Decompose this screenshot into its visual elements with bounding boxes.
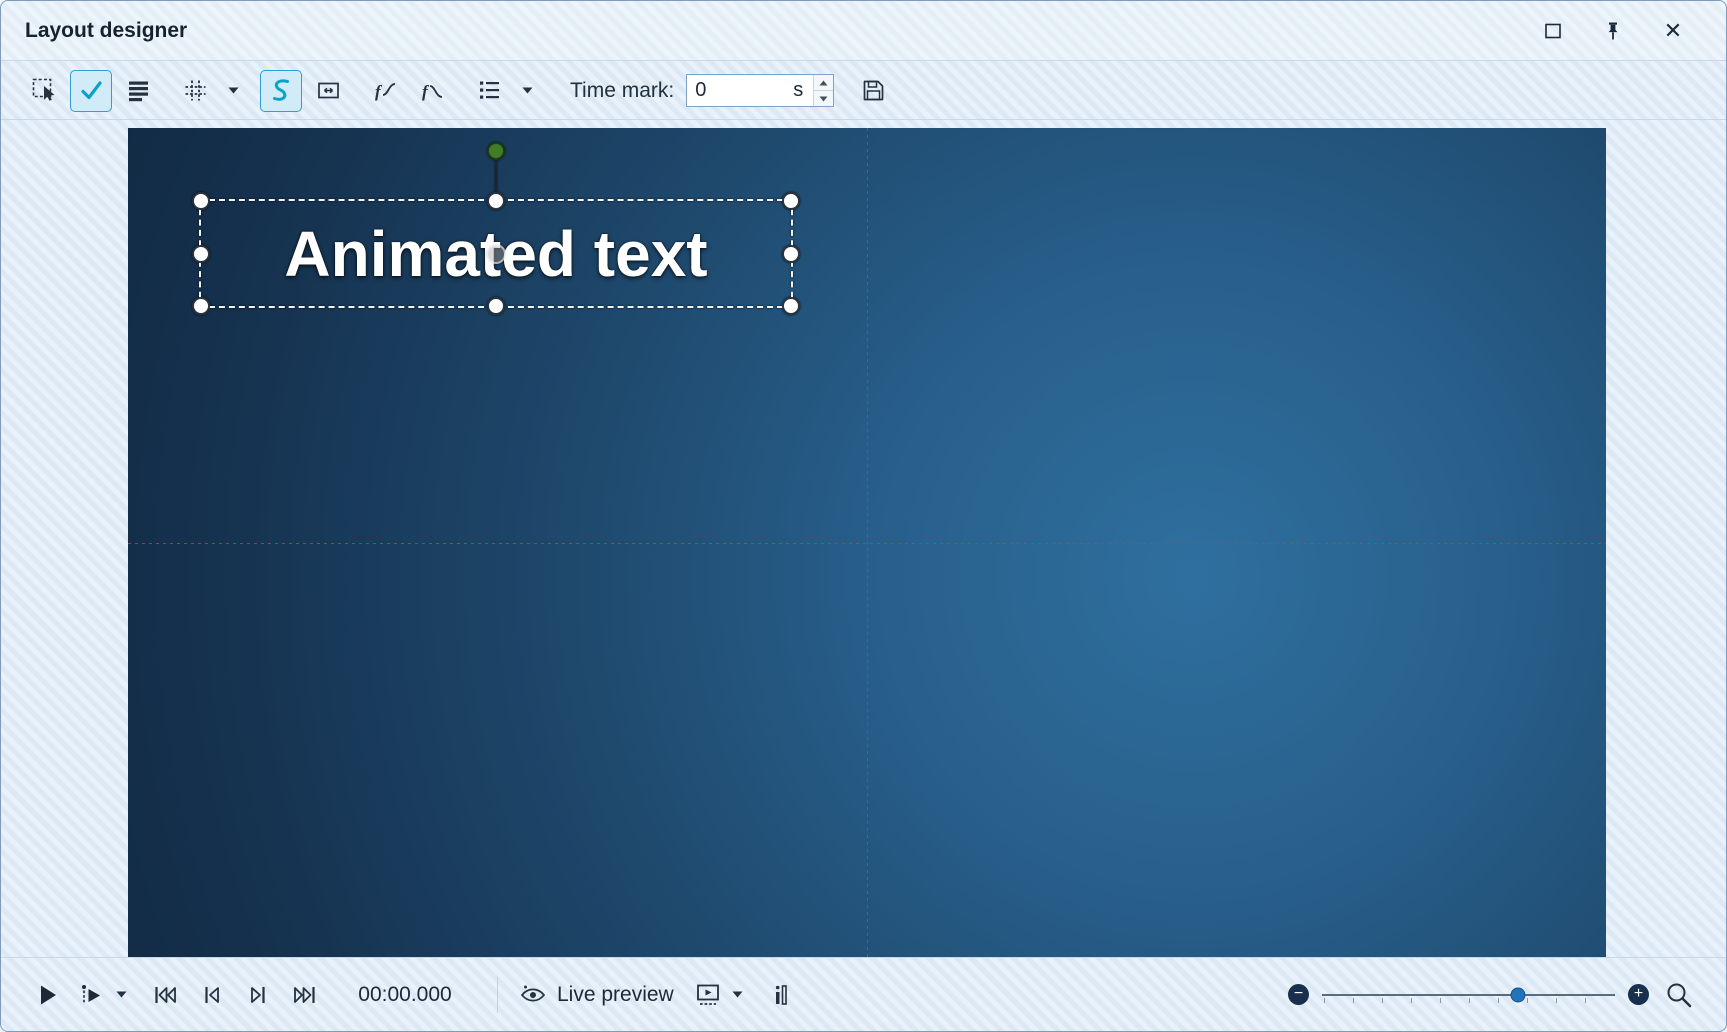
step-forward-icon <box>244 981 272 1009</box>
save-button[interactable] <box>852 70 894 112</box>
window-controls: ✕ <box>1536 14 1690 48</box>
eye-icon <box>518 982 548 1008</box>
transport-bar: 00:00.000 Live preview <box>1 957 1726 1031</box>
preview-window-button[interactable] <box>692 975 726 1015</box>
svg-text:f: f <box>375 82 383 101</box>
dropdown-arrow-icon <box>522 87 533 94</box>
zoom-slider-track[interactable] <box>1322 994 1615 996</box>
live-preview-toggle[interactable]: Live preview <box>512 982 680 1008</box>
handle-middle-right[interactable] <box>782 245 800 263</box>
center-guide-vertical <box>867 128 868 958</box>
function-out-tool-button[interactable]: f <box>411 70 453 112</box>
step-back-button[interactable] <box>195 975 229 1015</box>
select-tool-button[interactable] <box>23 70 65 112</box>
handle-top-right[interactable] <box>782 192 800 210</box>
play-from-mark-button[interactable] <box>75 975 109 1015</box>
zoom-out-button[interactable]: − <box>1288 984 1309 1005</box>
skip-to-start-icon <box>151 981 181 1009</box>
handle-top-center[interactable] <box>487 192 505 210</box>
path-check-icon <box>78 77 105 104</box>
performance-button[interactable] <box>764 975 798 1015</box>
maximize-icon <box>1543 21 1563 41</box>
design-canvas[interactable]: Animated text <box>128 128 1606 958</box>
s-curve-tool-button[interactable] <box>260 70 302 112</box>
main-toolbar: f f <box>1 62 1726 120</box>
svg-text:f: f <box>422 82 430 101</box>
path-check-tool-button[interactable] <box>70 70 112 112</box>
preview-window-icon <box>694 981 724 1009</box>
pin-icon <box>1602 20 1624 42</box>
close-button[interactable]: ✕ <box>1656 14 1690 48</box>
zoom-slider[interactable] <box>1322 984 1615 1006</box>
function-in-tool-button[interactable]: f <box>364 70 406 112</box>
list-icon <box>476 77 503 104</box>
handle-top-left[interactable] <box>192 192 210 210</box>
play-from-mark-icon <box>78 981 106 1009</box>
handle-bottom-right[interactable] <box>782 297 800 315</box>
transform-box-icon <box>315 77 342 104</box>
time-mark-label: Time mark: <box>570 79 674 103</box>
time-mark-up-button[interactable] <box>814 75 833 90</box>
step-back-icon <box>198 981 226 1009</box>
save-icon <box>860 77 887 104</box>
handle-bottom-center[interactable] <box>487 297 505 315</box>
time-mark-input[interactable] <box>687 75 793 106</box>
handle-bottom-left[interactable] <box>192 297 210 315</box>
list-dropdown-button[interactable] <box>515 70 539 112</box>
window-title: Layout designer <box>25 19 187 43</box>
align-lines-tool-button[interactable] <box>117 70 159 112</box>
live-preview-label: Live preview <box>557 983 674 1007</box>
zoom-out-icon: − <box>1294 986 1303 1002</box>
transform-tool-button[interactable] <box>307 70 349 112</box>
zoom-slider-ticks <box>1324 998 1613 1003</box>
s-curve-icon <box>268 77 295 104</box>
grid-icon <box>182 77 209 104</box>
rotation-handle[interactable] <box>487 142 505 160</box>
function-in-icon: f <box>372 77 399 104</box>
play-mode-dropdown-button[interactable] <box>109 975 133 1015</box>
pin-button[interactable] <box>1596 14 1630 48</box>
time-mark-unit: s <box>793 75 813 106</box>
grid-tool-button[interactable] <box>174 70 216 112</box>
preview-window-dropdown-button[interactable] <box>726 975 750 1015</box>
close-icon: ✕ <box>1664 20 1682 42</box>
selected-text-element[interactable]: Animated text <box>199 199 793 308</box>
dropdown-arrow-icon <box>732 991 743 998</box>
layout-designer-window: Layout designer ✕ <box>0 0 1727 1032</box>
time-display: 00:00.000 <box>345 983 465 1007</box>
center-handle[interactable] <box>486 244 506 264</box>
time-mark-spinbox: s <box>686 74 834 107</box>
performance-icon <box>768 981 794 1009</box>
zoom-controls: − + <box>1288 975 1696 1015</box>
time-mark-spinners <box>813 75 833 106</box>
list-tool-button[interactable] <box>468 70 510 112</box>
grid-dropdown-button[interactable] <box>221 70 245 112</box>
separator <box>497 977 498 1013</box>
play-button[interactable] <box>31 975 65 1015</box>
zoom-in-button[interactable]: + <box>1628 984 1649 1005</box>
spinner-down-icon <box>819 96 828 102</box>
spinner-up-icon <box>819 80 828 86</box>
time-mark-down-button[interactable] <box>814 90 833 106</box>
skip-to-start-button[interactable] <box>149 975 183 1015</box>
magnifier-icon <box>1664 980 1694 1010</box>
zoom-slider-thumb[interactable] <box>1511 987 1526 1002</box>
maximize-button[interactable] <box>1536 14 1570 48</box>
skip-to-end-icon <box>289 981 319 1009</box>
dropdown-arrow-icon <box>228 87 239 94</box>
dropdown-arrow-icon <box>116 991 127 998</box>
function-out-icon: f <box>419 77 446 104</box>
play-icon <box>34 981 62 1009</box>
select-cursor-icon <box>31 77 58 104</box>
zoom-in-icon: + <box>1634 986 1643 1002</box>
step-forward-button[interactable] <box>241 975 275 1015</box>
handle-middle-left[interactable] <box>192 245 210 263</box>
align-lines-icon <box>125 77 152 104</box>
titlebar: Layout designer ✕ <box>1 1 1726 61</box>
skip-to-end-button[interactable] <box>287 975 321 1015</box>
zoom-fit-button[interactable] <box>1662 975 1696 1015</box>
